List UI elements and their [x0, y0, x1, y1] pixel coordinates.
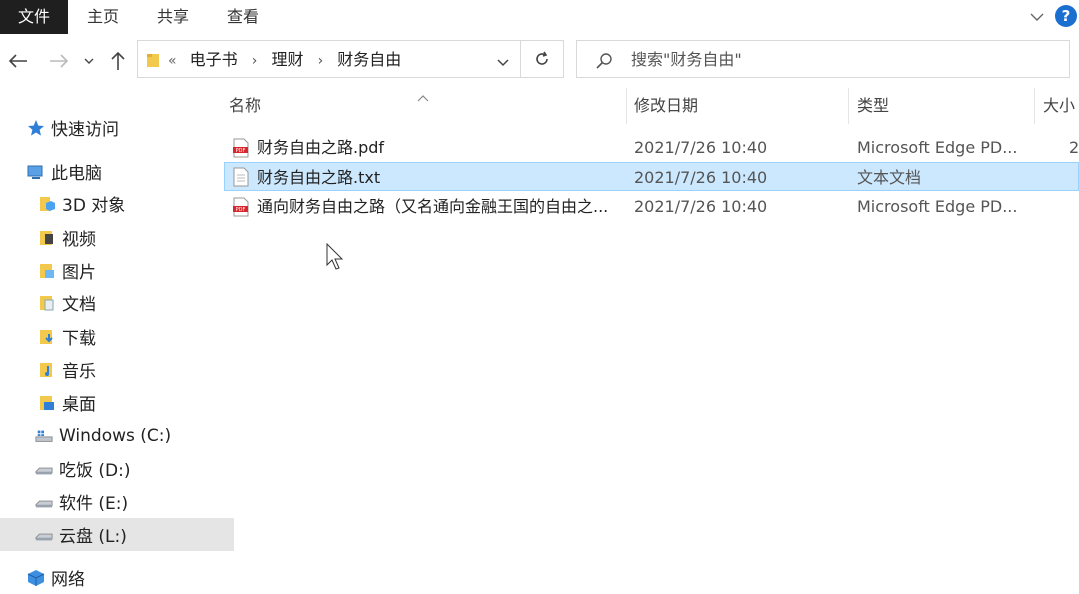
address-bar[interactable]: « 电子书 › 理财 › 财务自由 [137, 40, 521, 78]
sidebar-item-label: 吃饭 (D:) [59, 461, 131, 481]
ribbon: 文件 主页 共享 查看 ? [0, 0, 1079, 34]
file-type: Microsoft Edge PD... [857, 138, 1018, 157]
sidebar-item-drive-d[interactable]: 吃饭 (D:) [0, 452, 234, 485]
drive-icon [35, 493, 53, 511]
svg-text:PDF: PDF [236, 207, 246, 213]
sidebar-item-videos[interactable]: 视频 [0, 221, 237, 254]
forward-arrow-icon[interactable] [46, 48, 72, 74]
sidebar-item-label: 此电脑 [51, 164, 102, 184]
desktop-folder-icon [38, 394, 56, 412]
sidebar-item-drive-l[interactable]: 云盘 (L:) [0, 518, 234, 551]
sidebar-item-quick-access[interactable]: 快速访问 [0, 111, 226, 144]
file-name: 财务自由之路.pdf [257, 138, 385, 157]
column-header-size[interactable]: 大小 [1043, 88, 1079, 124]
drive-icon [35, 460, 53, 478]
navigation-pane: 快速访问 此电脑 3D 对象 视频 图片 文档 下载 音乐 桌面 Windows… [0, 90, 234, 590]
mouse-cursor-icon [326, 242, 346, 275]
breadcrumb-item-financial-freedom[interactable]: 财务自由 [337, 50, 401, 69]
file-name: 通向财务自由之路（又名通向金融王国的自由之... [257, 197, 609, 216]
up-arrow-icon[interactable] [105, 48, 131, 74]
sidebar-item-network[interactable]: 网络 [0, 561, 226, 594]
breadcrumb-chevron-icon[interactable]: › [252, 53, 258, 69]
breadcrumb-item-finance[interactable]: 理财 [271, 50, 303, 69]
video-folder-icon [38, 229, 56, 247]
refresh-button[interactable] [521, 40, 564, 78]
search-icon [595, 52, 613, 74]
tab-share[interactable]: 共享 [144, 0, 202, 34]
sidebar-item-label: 云盘 (L:) [59, 527, 127, 547]
folder-icon [146, 52, 160, 72]
column-divider[interactable] [626, 88, 627, 124]
sidebar-item-label: 网络 [51, 570, 85, 590]
column-divider[interactable] [848, 88, 849, 124]
sidebar-item-downloads[interactable]: 下载 [0, 320, 237, 353]
sidebar-item-windows-c[interactable]: Windows (C:) [0, 419, 234, 452]
sidebar-item-this-pc[interactable]: 此电脑 [0, 155, 226, 188]
sidebar-item-label: Windows (C:) [59, 425, 172, 446]
svg-text:PDF: PDF [236, 148, 246, 154]
navigation-bar: « 电子书 › 理财 › 财务自由 搜索"财务自由" [0, 36, 1079, 84]
sidebar-item-label: 下载 [62, 329, 96, 349]
sidebar-item-label: 快速访问 [51, 120, 119, 140]
sidebar-item-documents[interactable]: 文档 [0, 286, 237, 319]
address-dropdown-chevron-icon[interactable] [496, 53, 510, 72]
documents-folder-icon [38, 294, 56, 312]
tab-view[interactable]: 查看 [214, 0, 272, 34]
sidebar-item-3d-objects[interactable]: 3D 对象 [0, 187, 237, 220]
refresh-icon [536, 51, 548, 65]
file-date: 2021/7/26 10:40 [634, 138, 768, 157]
download-folder-icon [38, 328, 56, 346]
sidebar-item-label: 文档 [62, 295, 96, 315]
windows-drive-icon [35, 427, 53, 445]
file-row[interactable]: PDF 通向财务自由之路（又名通向金融王国的自由之... 2021/7/26 1… [224, 192, 1079, 221]
tab-home[interactable]: 主页 [74, 0, 132, 34]
breadcrumb: « 电子书 › 理财 › 财务自由 [168, 41, 401, 79]
file-row-selected[interactable]: 财务自由之路.txt 2021/7/26 10:40 文本文档 [224, 162, 1079, 191]
drive-icon [35, 526, 53, 544]
sidebar-item-pictures[interactable]: 图片 [0, 254, 237, 287]
file-type: Microsoft Edge PD... [857, 197, 1018, 216]
help-icon[interactable]: ? [1055, 5, 1077, 27]
sidebar-item-music[interactable]: 音乐 [0, 353, 237, 386]
sidebar-item-label: 音乐 [62, 362, 96, 382]
file-date: 2021/7/26 10:40 [634, 168, 768, 187]
file-row[interactable]: PDF 财务自由之路.pdf 2021/7/26 10:40 Microsoft… [224, 133, 1079, 162]
star-icon [27, 119, 45, 137]
back-arrow-icon[interactable] [5, 48, 31, 74]
sidebar-item-label: 桌面 [62, 395, 96, 415]
column-header-type[interactable]: 类型 [857, 88, 1032, 124]
search-box[interactable]: 搜索"财务自由" [576, 40, 1070, 78]
file-date: 2021/7/26 10:40 [634, 197, 768, 216]
recent-locations-chevron-icon[interactable] [78, 48, 100, 74]
sidebar-item-label: 3D 对象 [62, 196, 126, 216]
tab-file[interactable]: 文件 [0, 0, 68, 34]
sidebar-item-drive-e[interactable]: 软件 (E:) [0, 485, 234, 518]
file-type: 文本文档 [857, 168, 922, 187]
search-placeholder: 搜索"财务自由" [631, 50, 742, 69]
sidebar-item-label: 图片 [62, 263, 96, 283]
3d-objects-icon [38, 195, 56, 213]
network-icon [27, 569, 45, 587]
column-divider[interactable] [1034, 88, 1035, 124]
pdf-icon: PDF [232, 197, 250, 221]
music-folder-icon [38, 361, 56, 379]
pdf-icon: PDF [232, 138, 250, 162]
ribbon-expand-chevron-icon[interactable] [1028, 8, 1046, 26]
pictures-folder-icon [38, 262, 56, 280]
column-header-name[interactable]: 名称 [229, 88, 625, 124]
breadcrumb-item-ebooks[interactable]: 电子书 [190, 50, 238, 69]
breadcrumb-chevron-icon[interactable]: › [318, 53, 324, 69]
sidebar-item-label: 视频 [62, 230, 96, 250]
sidebar-item-desktop[interactable]: 桌面 [0, 386, 237, 419]
text-file-icon [232, 167, 250, 191]
column-header-date[interactable]: 修改日期 [634, 88, 844, 124]
breadcrumb-overflow[interactable]: « [168, 53, 177, 69]
file-size: 2 [1069, 138, 1079, 157]
computer-icon [27, 163, 45, 181]
file-name: 财务自由之路.txt [257, 168, 381, 187]
sidebar-item-label: 软件 (E:) [59, 494, 129, 514]
